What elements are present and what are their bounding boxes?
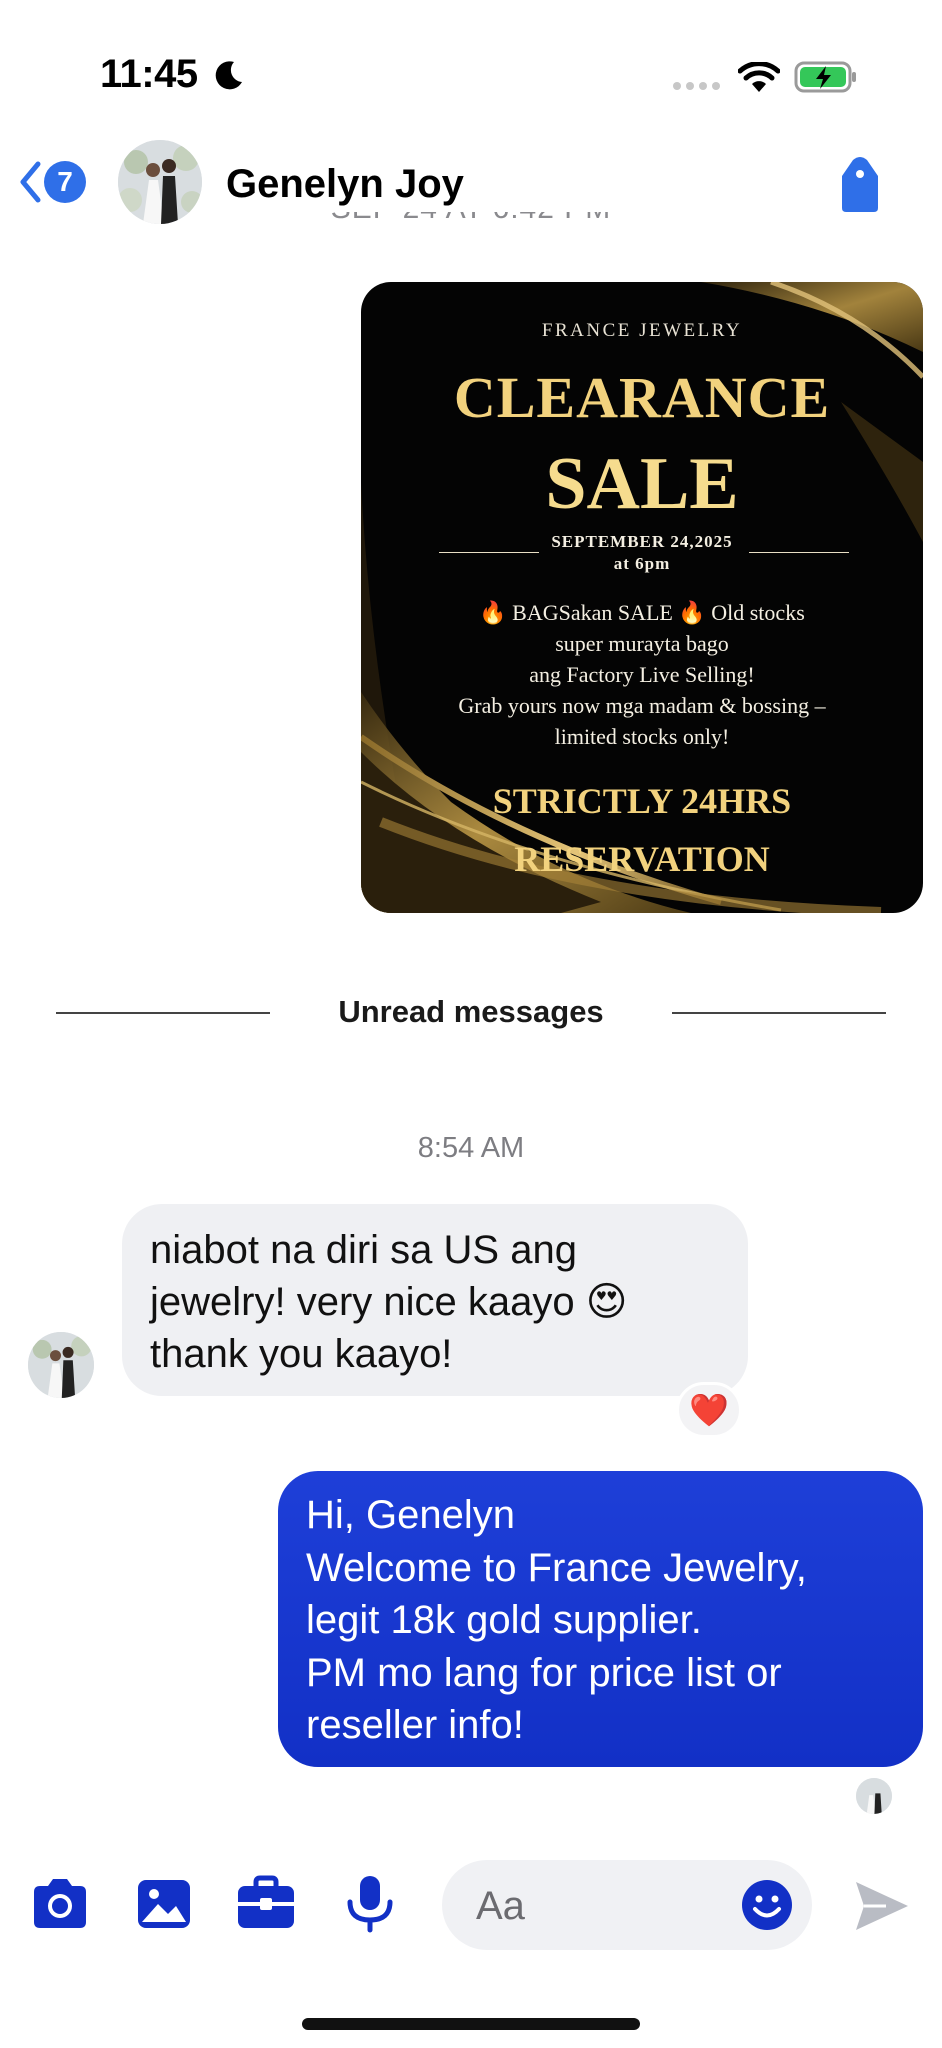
briefcase-icon[interactable] xyxy=(234,1872,298,1936)
divider-line-right xyxy=(672,1012,886,1014)
back-button[interactable]: 7 xyxy=(18,160,86,204)
message-input-placeholder: Aa xyxy=(476,1884,525,1928)
smiley-icon[interactable] xyxy=(740,1878,794,1932)
moon-icon xyxy=(215,61,242,90)
image-message[interactable]: FRANCE JEWELRY CLEARANCE SALE SEPTEMBER … xyxy=(361,282,923,913)
seen-indicator-avatar xyxy=(856,1778,892,1814)
message-composer: Aa xyxy=(0,1850,942,1960)
outgoing-message-bubble[interactable]: Hi, Genelyn Welcome to France Jewelry, l… xyxy=(278,1471,923,1767)
signal-dots-icon xyxy=(673,82,720,90)
home-indicator xyxy=(302,2018,640,2030)
poster-brand: FRANCE JEWELRY xyxy=(541,320,743,341)
poster-headline: CLEARANCE xyxy=(453,365,831,430)
status-bar: 11:45 xyxy=(0,0,942,130)
wifi-icon xyxy=(738,62,780,92)
unread-divider: Unread messages xyxy=(0,990,942,1034)
microphone-icon[interactable] xyxy=(338,1872,402,1936)
camera-icon[interactable] xyxy=(28,1872,92,1936)
sender-avatar[interactable] xyxy=(28,1332,94,1398)
battery-charging-icon xyxy=(794,61,856,93)
contact-name[interactable]: Genelyn Joy xyxy=(226,162,464,207)
poster-date: SEPTEMBER 24,2025 at 6pm xyxy=(551,532,733,573)
heart-reaction[interactable]: ❤️ xyxy=(676,1382,742,1438)
poster-sale: SALE xyxy=(545,443,739,525)
message-input[interactable]: Aa xyxy=(442,1860,812,1950)
poster-body: 🔥 BAGSakan SALE 🔥 Old stocks super muray… xyxy=(458,600,826,749)
avatar-icon xyxy=(856,1778,892,1814)
poster-strict: STRICTLY 24HRS RESERVATION xyxy=(492,781,792,879)
incoming-message-bubble[interactable]: niabot na diri sa US ang jewelry! very n… xyxy=(122,1204,748,1396)
partial-timestamp: SEP 24 AT 6:42 PM xyxy=(0,212,942,242)
unread-count-badge: 7 xyxy=(44,161,86,203)
tag-icon[interactable] xyxy=(836,154,884,214)
photo-icon[interactable] xyxy=(132,1872,196,1936)
chevron-left-icon xyxy=(20,161,41,203)
message-timestamp: 8:54 AM xyxy=(417,1132,525,1164)
status-time: 11:45 xyxy=(100,52,198,96)
avatar-icon xyxy=(28,1332,94,1398)
send-icon[interactable] xyxy=(852,1878,912,1934)
